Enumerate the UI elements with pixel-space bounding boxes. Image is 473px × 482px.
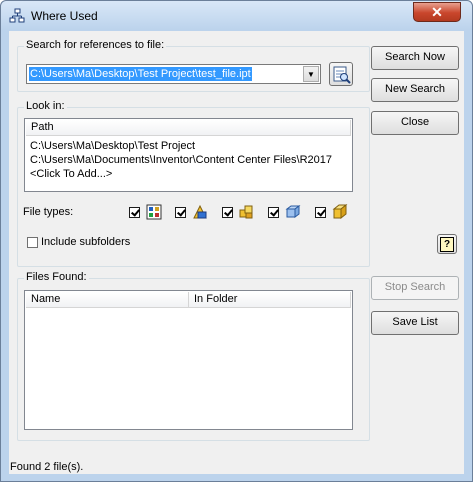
help-button[interactable]: ?: [437, 234, 457, 254]
help-icon: ?: [440, 237, 454, 252]
window-close-button[interactable]: ✕: [413, 2, 461, 22]
path-column-header[interactable]: Path: [26, 120, 351, 136]
part-icon: [332, 204, 348, 220]
path-list-item[interactable]: C:\Users\Ma\Desktop\Test Project: [30, 139, 195, 153]
file-path-combobox[interactable]: C:\Users\Ma\Desktop\Test Project\test_fi…: [26, 64, 321, 84]
name-column-header[interactable]: Name: [26, 292, 189, 308]
stop-search-button[interactable]: Stop Search: [371, 276, 459, 300]
search-now-button[interactable]: Search Now: [371, 46, 459, 70]
new-search-button[interactable]: New Search: [371, 78, 459, 102]
files-found-group-label: Files Found:: [24, 271, 89, 283]
search-group-label: Search for references to file:: [24, 39, 167, 51]
sheet-metal-icon: [285, 205, 301, 218]
include-subfolders-label[interactable]: Include subfolders: [41, 236, 130, 248]
chevron-down-icon[interactable]: ▼: [303, 66, 319, 82]
file-types-label: File types:: [23, 206, 74, 218]
presentation-icon: [193, 204, 207, 219]
files-found-list[interactable]: Name In Folder: [24, 290, 353, 430]
assembly-type-checkbox[interactable]: [222, 207, 233, 218]
status-bar-text: Found 2 file(s).: [10, 461, 84, 473]
close-button[interactable]: Close: [371, 111, 459, 135]
include-subfolders-checkbox[interactable]: [27, 237, 38, 248]
file-path-value: C:\Users\Ma\Desktop\Test Project\test_fi…: [29, 67, 252, 81]
browse-folder-icon: [333, 66, 351, 84]
drawing-icon: [146, 204, 162, 220]
part-type-checkbox[interactable]: [315, 207, 326, 218]
click-to-add-item[interactable]: <Click To Add...>: [30, 167, 112, 181]
dialog-client-area: Search for references to file: C:\Users\…: [9, 31, 464, 474]
in-folder-column-header[interactable]: In Folder: [189, 292, 351, 308]
where-used-window: Where Used ✕ Search for references to fi…: [0, 0, 473, 482]
save-list-button[interactable]: Save List: [371, 311, 459, 335]
where-used-icon: [9, 8, 25, 23]
assembly-icon: [239, 205, 253, 219]
path-list-item[interactable]: C:\Users\Ma\Documents\Inventor\Content C…: [30, 153, 332, 167]
window-title: Where Used: [31, 9, 98, 23]
title-bar[interactable]: Where Used ✕: [1, 1, 472, 30]
browse-file-button[interactable]: [329, 62, 353, 86]
drawing-type-checkbox[interactable]: [129, 207, 140, 218]
sheet-metal-type-checkbox[interactable]: [268, 207, 279, 218]
look-in-path-list[interactable]: Path C:\Users\Ma\Desktop\Test Project C:…: [24, 118, 353, 192]
look-in-group-label: Look in:: [24, 100, 67, 112]
presentation-type-checkbox[interactable]: [175, 207, 186, 218]
